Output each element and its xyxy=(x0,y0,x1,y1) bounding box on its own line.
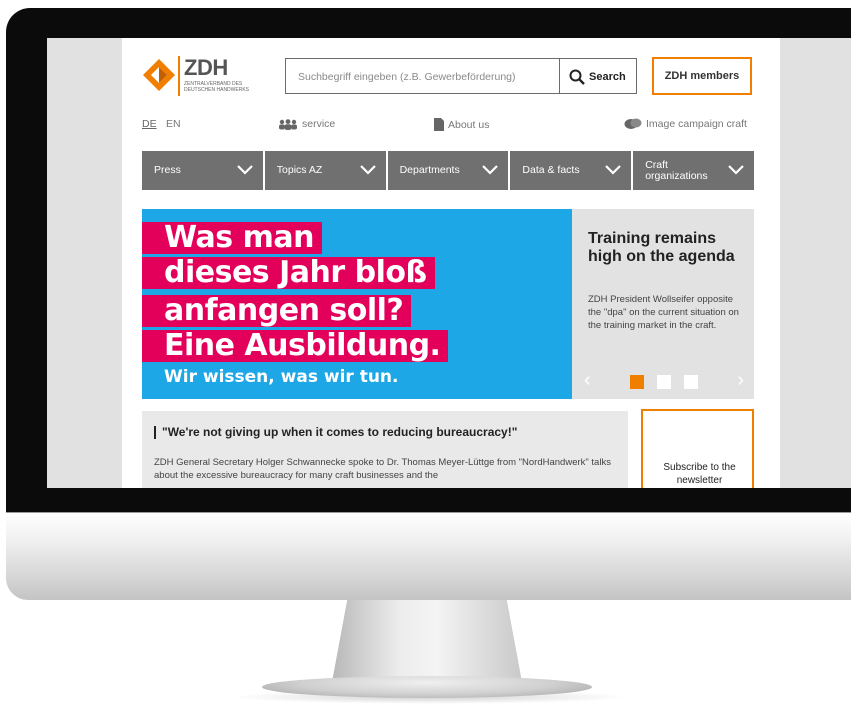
monitor-chin xyxy=(6,512,851,600)
nav-item-label: Craft organizations xyxy=(645,158,708,182)
logo-subtitle: Zentralverband des Deutschen Handwerks xyxy=(184,81,250,93)
chevron-down-icon xyxy=(605,165,621,175)
hero-banner[interactable]: Was man dieses Jahr bloß anfangen soll? … xyxy=(142,209,572,399)
about-us-link[interactable]: About us xyxy=(434,118,489,131)
teaser-title: "We're not giving up when it comes to re… xyxy=(154,426,517,439)
hero-tagline: Wir wissen, was wir tun. xyxy=(164,367,399,387)
newsletter-subscribe-box[interactable]: Subscribe to the newsletter xyxy=(641,409,754,488)
hero-slider: Was man dieses Jahr bloß anfangen soll? … xyxy=(142,209,754,399)
website: ZDH Zentralverband des Deutschen Handwer… xyxy=(122,38,780,488)
nav-item-label: Departments xyxy=(399,164,460,176)
utility-bar: DE EN service About us Image campaign cr… xyxy=(142,118,754,134)
slider-dot[interactable] xyxy=(657,375,671,389)
service-link-label: service xyxy=(302,118,336,130)
nav-item-press[interactable]: Press xyxy=(142,151,263,190)
hero-title[interactable]: Training remains high on the agenda xyxy=(588,230,748,266)
document-icon xyxy=(434,118,444,131)
screen: ZDH Zentralverband des Deutschen Handwer… xyxy=(47,38,851,488)
about-us-label: About us xyxy=(448,118,490,131)
newsletter-label: Subscribe to the newsletter xyxy=(663,462,736,486)
logo-name: ZDH xyxy=(184,55,228,80)
zdh-logo-icon xyxy=(143,59,175,91)
monitor-stand-base xyxy=(262,676,592,698)
service-link[interactable]: service xyxy=(278,118,335,130)
image-campaign-link[interactable]: Image campaign craft xyxy=(624,118,747,130)
teaser-article[interactable]: "We're not giving up when it comes to re… xyxy=(142,411,628,488)
search-icon xyxy=(569,69,585,85)
image-campaign-label: Image campaign craft xyxy=(646,118,747,130)
search-button-label: Search xyxy=(589,71,626,83)
nav-item-label: Press xyxy=(154,164,181,176)
language-de-link[interactable]: DE xyxy=(142,118,157,130)
nav-item-label: Topics AZ xyxy=(276,164,323,176)
monitor-stand-neck xyxy=(332,600,522,682)
nav-item-topics-az[interactable]: Topics AZ xyxy=(264,151,386,190)
nav-item-departments[interactable]: Departments xyxy=(387,151,509,190)
chevron-down-icon xyxy=(237,165,253,175)
logo-divider xyxy=(178,56,180,96)
search-box: Search xyxy=(285,58,637,94)
speech-bubble-icon xyxy=(624,118,642,129)
main-nav: Press Topics AZ Departments Data & facts… xyxy=(142,151,754,190)
slider-next-icon[interactable]: › xyxy=(737,369,744,392)
nav-item-data-facts[interactable]: Data & facts xyxy=(510,151,632,190)
teaser-text: ZDH General Secretary Holger Schwannecke… xyxy=(154,457,611,481)
language-en-link[interactable]: EN xyxy=(166,118,181,130)
hero-text: ZDH President Wollseifer opposite the "d… xyxy=(588,294,739,331)
hero-headline-line: Eine Ausbildung. xyxy=(142,330,449,362)
chevron-down-icon xyxy=(728,165,744,175)
slider-controls: ‹ › xyxy=(572,367,754,397)
people-icon xyxy=(279,118,297,130)
nav-item-craft-organizations[interactable]: Craft organizations xyxy=(633,151,754,190)
search-input[interactable] xyxy=(298,68,558,86)
slider-dot[interactable] xyxy=(684,375,698,389)
nav-item-label: Data & facts xyxy=(522,164,580,176)
zdh-members-button[interactable]: ZDH members xyxy=(652,57,752,95)
hero-headline-line: Was man xyxy=(142,222,322,254)
search-button[interactable]: Search xyxy=(569,67,626,87)
chevron-down-icon xyxy=(359,165,376,175)
hero-headline-line: anfangen soll? xyxy=(142,295,412,327)
chevron-down-icon xyxy=(482,165,499,175)
hero-side-panel: Training remains high on the agenda ZDH … xyxy=(572,209,754,399)
zdh-logo[interactable]: ZDH Zentralverband des Deutschen Handwer… xyxy=(142,55,262,98)
search-divider xyxy=(559,59,560,93)
hero-headline-line: dieses Jahr bloß xyxy=(142,257,435,289)
slider-dot-active[interactable] xyxy=(630,375,644,389)
slider-prev-icon[interactable]: ‹ xyxy=(584,369,591,392)
